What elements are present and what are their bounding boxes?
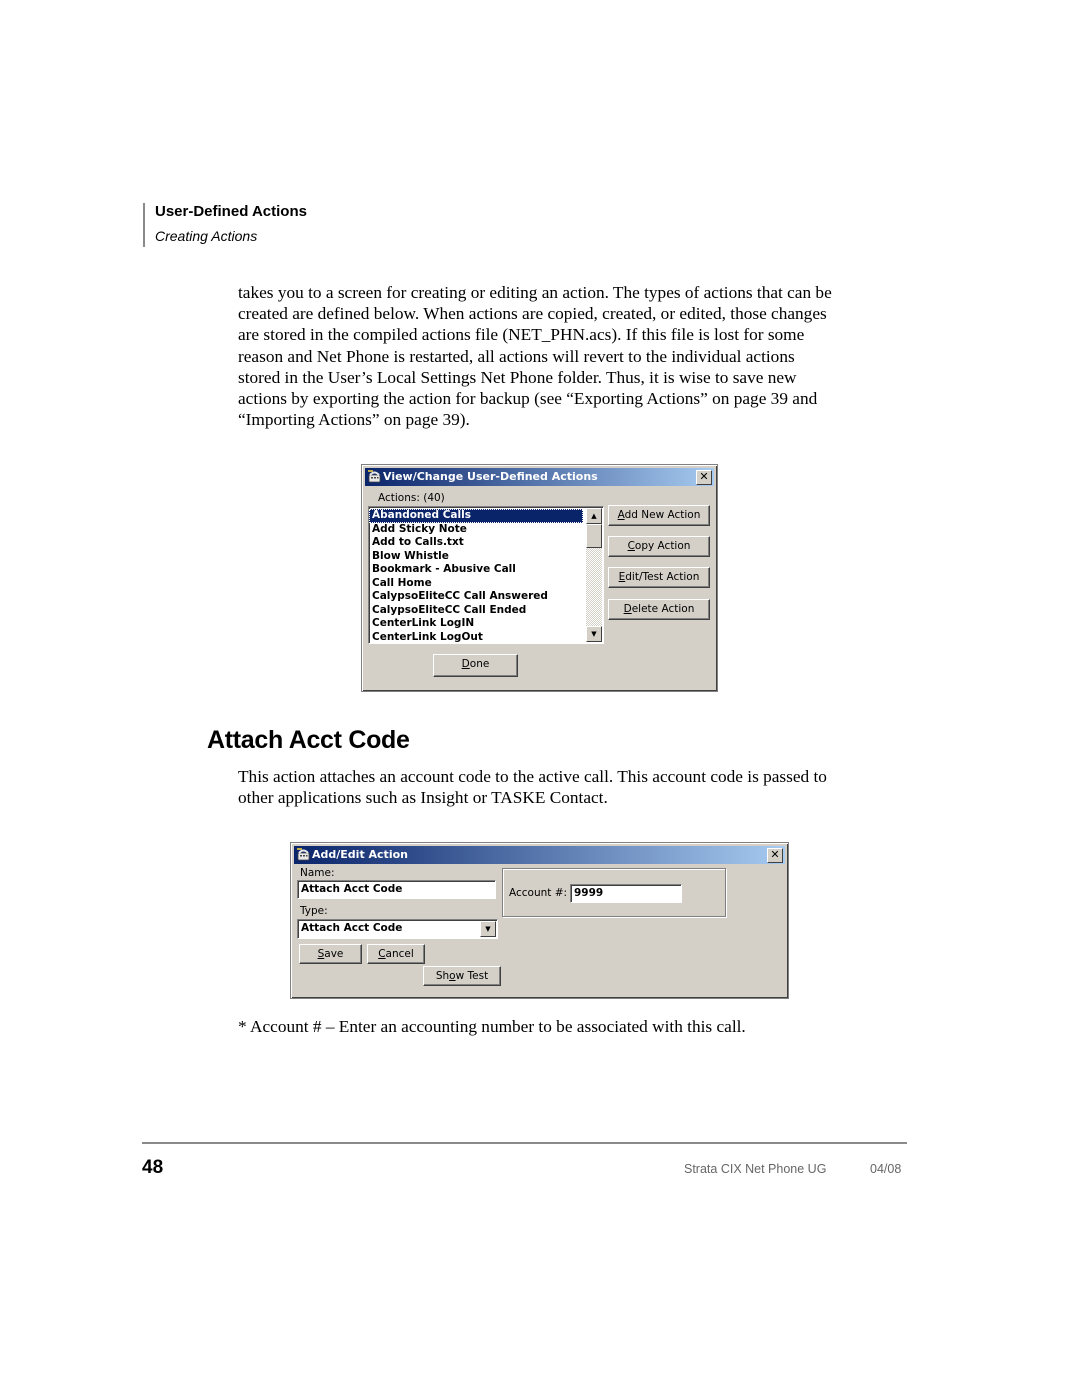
button-label: Sh xyxy=(435,970,450,982)
name-label: Name: xyxy=(300,867,335,879)
type-label: Type: xyxy=(300,905,328,917)
chevron-down-icon: ▼ xyxy=(485,925,491,933)
dialog-titlebar: Add/Edit Action ✕ xyxy=(294,846,785,864)
footer-doc-title: Strata CIX Net Phone UG xyxy=(684,1162,827,1176)
scroll-thumb[interactable] xyxy=(586,524,602,548)
button-label: w Test xyxy=(455,970,489,982)
intro-line: takes you to a screen for creating or ed… xyxy=(238,283,832,302)
list-item[interactable]: Blow Whistle xyxy=(369,550,583,564)
list-item[interactable]: Call Home xyxy=(369,577,583,591)
actions-count-label: Actions: (40) xyxy=(378,492,445,504)
list-item[interactable]: Add to Calls.txt xyxy=(369,536,583,550)
dialog-title: Add/Edit Action xyxy=(312,848,408,861)
paragraph-line: This action attaches an account code to … xyxy=(238,767,827,786)
intro-line: reason and Net Phone is restarted, all a… xyxy=(238,346,795,366)
save-button[interactable]: Save xyxy=(299,944,362,964)
button-label: dd New Action xyxy=(624,509,701,521)
section-title: User-Defined Actions xyxy=(155,203,307,220)
done-button[interactable]: Done xyxy=(433,654,518,677)
list-item[interactable]: Bookmark - Abusive Call xyxy=(369,563,583,577)
cancel-button[interactable]: Cancel xyxy=(367,944,425,964)
accel-key: A xyxy=(617,509,625,521)
account-input[interactable]: 9999 xyxy=(570,884,682,903)
scroll-up-button[interactable]: ▲ xyxy=(586,508,602,524)
account-value: 9999 xyxy=(574,887,604,899)
list-item[interactable]: Add Sticky Note xyxy=(369,523,583,537)
view-change-actions-dialog: View/Change User-Defined Actions ✕ Actio… xyxy=(361,464,718,692)
button-label: one xyxy=(469,658,490,670)
phone-app-icon xyxy=(297,848,310,861)
footer-rule xyxy=(142,1142,907,1144)
list-item[interactable]: CenterLink LogIN xyxy=(369,617,583,631)
button-label: dit/Test Action xyxy=(625,571,700,583)
list-item[interactable]: CalypsoEliteCC Call Ended xyxy=(369,604,583,618)
list-scrollbar[interactable]: ▲ ▼ xyxy=(586,508,602,642)
dialog-titlebar: View/Change User-Defined Actions ✕ xyxy=(365,468,714,486)
paragraph-line: other applications such as Insight or TA… xyxy=(238,788,608,808)
actions-listbox[interactable]: Abandoned Calls Add Sticky Note Add to C… xyxy=(368,506,604,644)
arrow-down-icon: ▼ xyxy=(591,630,597,638)
list-item[interactable]: CalypsoEliteCC Call Answered xyxy=(369,590,583,604)
intro-line: are stored in the compiled actions file … xyxy=(238,325,805,345)
name-value: Attach Acct Code xyxy=(301,883,403,895)
accel-key: C xyxy=(627,540,635,552)
account-label: Account #: xyxy=(509,887,568,899)
dropdown-button[interactable]: ▼ xyxy=(480,921,496,937)
account-groupbox: Account #: 9999 xyxy=(502,868,726,917)
list-item[interactable]: CenterLink LogOut xyxy=(369,631,583,644)
close-icon: ✕ xyxy=(699,470,709,483)
close-button[interactable]: ✕ xyxy=(696,470,712,485)
section-paragraph: This action attaches an account code to … xyxy=(238,766,908,808)
accel-key: D xyxy=(623,603,632,615)
button-label: ancel xyxy=(385,948,414,960)
scroll-down-button[interactable]: ▼ xyxy=(586,626,602,642)
account-footnote: * Account # – Enter an accounting number… xyxy=(238,1017,746,1036)
button-label: ave xyxy=(324,948,344,960)
show-test-button[interactable]: Show Test xyxy=(423,966,501,986)
type-value: Attach Acct Code xyxy=(301,922,403,934)
delete-action-button[interactable]: Delete Action xyxy=(608,599,710,620)
type-select[interactable]: Attach Acct Code ▼ xyxy=(297,919,498,939)
close-icon: ✕ xyxy=(770,848,780,861)
intro-paragraph: takes you to a screen for creating or ed… xyxy=(238,282,908,430)
accel-key: D xyxy=(461,658,470,670)
intro-line: “Importing Actions” on page 39). xyxy=(238,410,470,430)
intro-line: actions by exporting the action for back… xyxy=(238,389,818,409)
button-label: opy Action xyxy=(634,540,691,552)
section-subtitle: Creating Actions xyxy=(155,228,258,244)
arrow-up-icon: ▲ xyxy=(591,512,597,520)
add-new-action-button[interactable]: Add New Action xyxy=(608,505,710,526)
dialog-title: View/Change User-Defined Actions xyxy=(383,470,598,483)
accel-key: C xyxy=(378,948,386,960)
copy-action-button[interactable]: Copy Action xyxy=(608,536,710,557)
button-label: elete Action xyxy=(631,603,695,615)
header-rule xyxy=(143,203,145,247)
edit-test-action-button[interactable]: Edit/Test Action xyxy=(608,567,710,588)
close-button[interactable]: ✕ xyxy=(767,848,783,863)
intro-line: created are defined below. When actions … xyxy=(238,304,827,324)
phone-app-icon xyxy=(368,470,381,483)
footer-doc-date: 04/08 xyxy=(870,1162,902,1176)
page-number: 48 xyxy=(142,1157,164,1178)
name-input[interactable]: Attach Acct Code xyxy=(297,880,496,899)
section-heading: Attach Acct Code xyxy=(207,726,410,754)
intro-line: stored in the User’s Local Settings Net … xyxy=(238,367,797,387)
list-item[interactable]: Abandoned Calls xyxy=(369,509,583,523)
add-edit-action-dialog: Add/Edit Action ✕ Name: Attach Acct Code… xyxy=(290,842,789,999)
